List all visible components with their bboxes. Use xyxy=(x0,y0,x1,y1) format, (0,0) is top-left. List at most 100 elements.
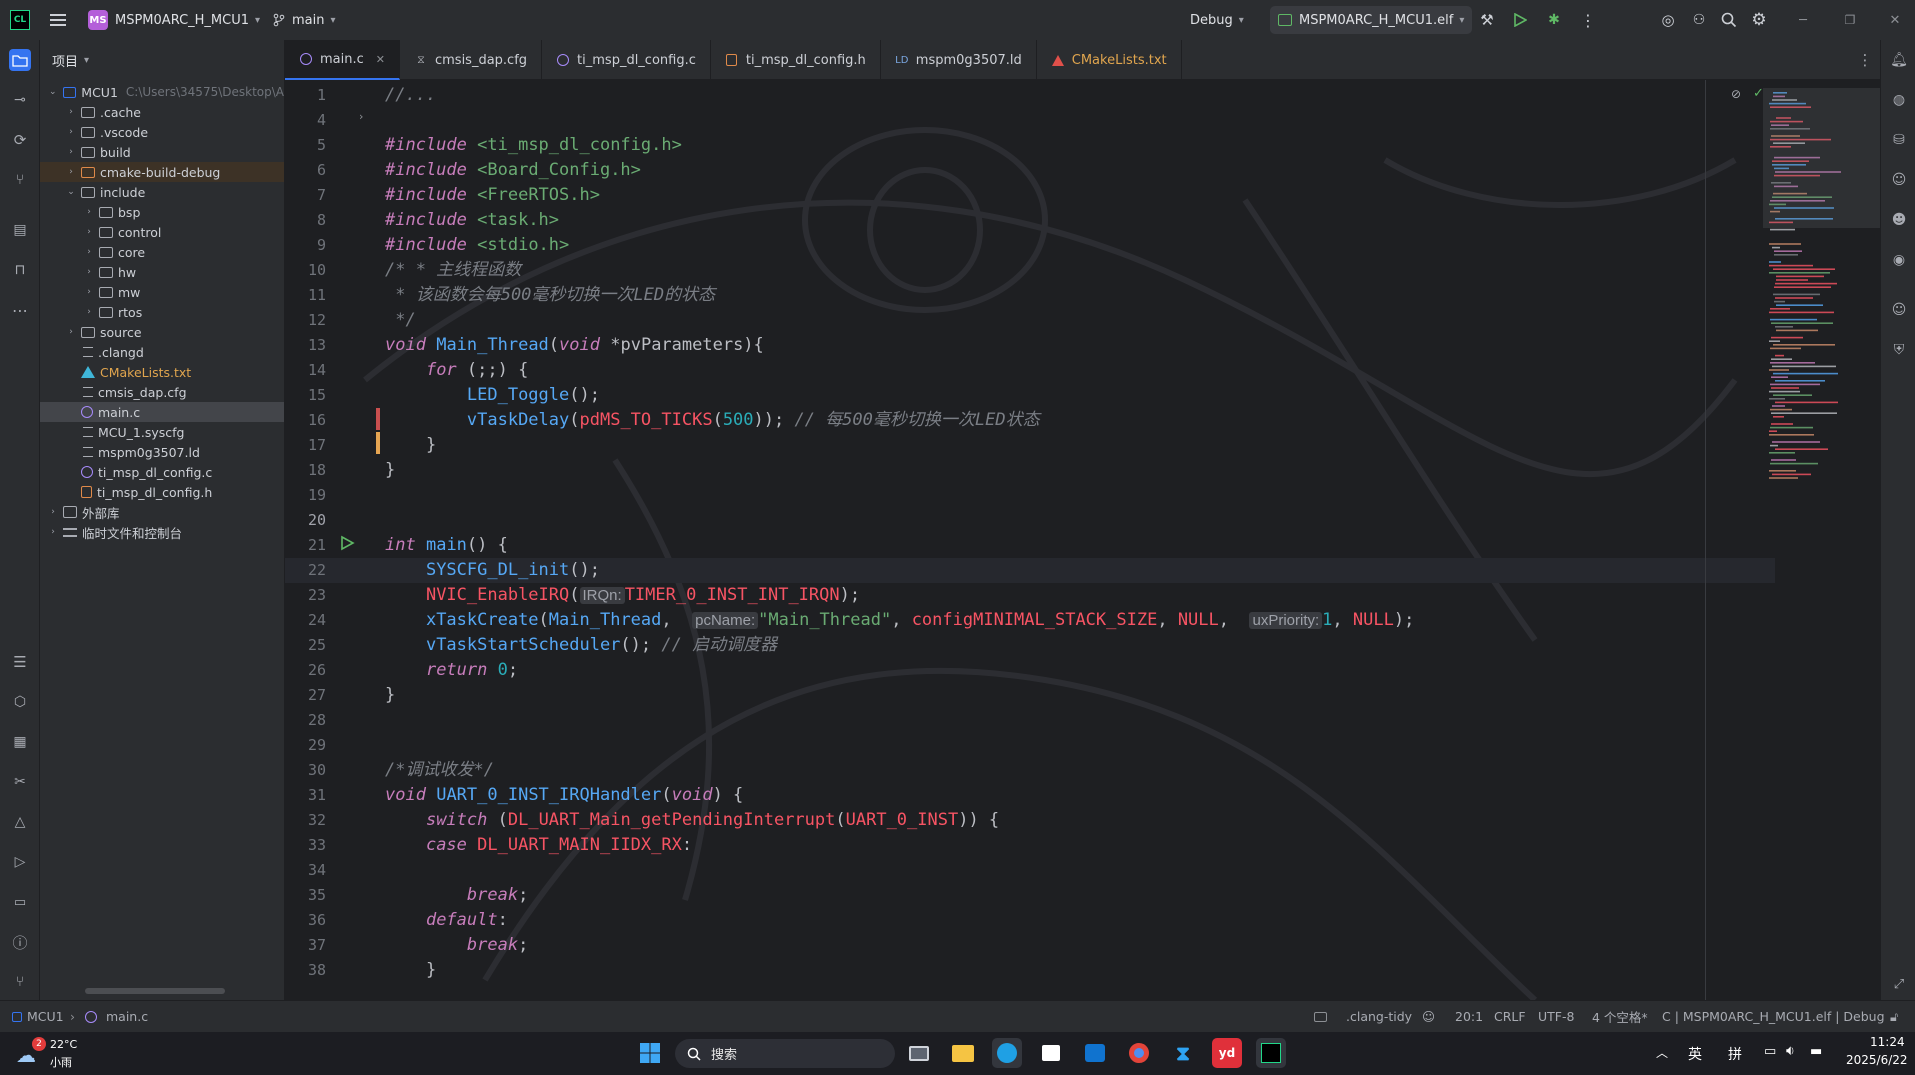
breadcrumb-project[interactable]: MCU1 xyxy=(27,1009,64,1024)
tree-item[interactable]: › core xyxy=(40,242,284,262)
expand-icon[interactable]: ⤢ xyxy=(1888,973,1910,995)
edge-browser-icon[interactable] xyxy=(992,1038,1022,1068)
file-explorer-icon[interactable] xyxy=(948,1038,978,1068)
tree-item[interactable]: mspm0g3507.ld xyxy=(40,442,284,462)
context-selector[interactable]: C | MSPM0ARC_H_MCU1.elf | Debug xyxy=(1662,1009,1885,1024)
run-config-selector[interactable]: Debug ▾ xyxy=(1190,0,1244,40)
clock-date[interactable]: 2025/6/22 xyxy=(1846,1053,1908,1067)
project-selector[interactable]: MS MSPM0ARC_H_MCU1 ▾ xyxy=(88,0,260,40)
cursor-position[interactable]: 20:1 xyxy=(1455,1009,1483,1024)
more-tools-icon[interactable]: ⋯ xyxy=(9,299,31,321)
windows-start-icon[interactable] xyxy=(635,1038,665,1068)
database-icon[interactable]: ⛁ xyxy=(1888,129,1910,151)
battery-icon[interactable]: ▬ xyxy=(1810,1044,1822,1059)
volume-icon[interactable]: 🔉︎ xyxy=(1786,1043,1795,1059)
tree-item[interactable]: cmsis_dap.cfg xyxy=(40,382,284,402)
structure-icon[interactable]: ▤ xyxy=(9,219,31,241)
breadcrumb-file[interactable]: main.c xyxy=(106,1009,148,1024)
lock-icon[interactable]: 🔓︎ xyxy=(1890,1009,1898,1025)
editor-tab[interactable]: LD mspm0g3507.ld xyxy=(881,40,1037,80)
restore-icon[interactable]: ❐ xyxy=(1840,10,1860,30)
minimap-viewport[interactable] xyxy=(1763,88,1880,228)
settings-gear-icon[interactable]: ⚙ xyxy=(1749,10,1769,30)
minimize-icon[interactable]: ─ xyxy=(1793,10,1813,30)
tree-item[interactable]: › control xyxy=(40,222,284,242)
services-icon[interactable]: ⬡ xyxy=(9,691,31,713)
horizontal-scrollbar[interactable] xyxy=(85,988,225,994)
pull-requests-icon[interactable]: ⑂ xyxy=(9,169,31,191)
ai-icon[interactable]: ◉ xyxy=(1888,249,1910,271)
assistant-icon[interactable]: ☺ xyxy=(1888,299,1910,321)
tree-item[interactable]: › mw xyxy=(40,282,284,302)
taskbar-search[interactable]: 搜索 xyxy=(675,1039,895,1068)
weather-widget[interactable]: ☁︎ 2 22°C 小雨 xyxy=(16,1037,96,1071)
tree-item[interactable]: MCU_1.syscfg xyxy=(40,422,284,442)
tree-item[interactable]: › .cache xyxy=(40,102,284,122)
run-main-icon[interactable] xyxy=(339,535,355,555)
tree-item[interactable]: .clangd xyxy=(40,342,284,362)
main-menu-icon[interactable] xyxy=(48,10,68,30)
security-shield-icon[interactable]: ⛨ xyxy=(1888,339,1910,361)
git-icon[interactable]: ⑂ xyxy=(9,971,31,993)
tree-item[interactable]: › build xyxy=(40,142,284,162)
bookmarks-icon[interactable]: ⊓ xyxy=(9,259,31,281)
ai-assistant-icon[interactable]: ◎ xyxy=(1658,10,1678,30)
code-content[interactable]: //... #include <ti_msp_dl_config.h> #inc… xyxy=(385,83,1735,1018)
ime-language[interactable]: 英 xyxy=(1688,1044,1702,1064)
outlook-icon[interactable] xyxy=(1080,1038,1110,1068)
branch-selector[interactable]: main ▾ xyxy=(272,0,336,40)
tree-item[interactable]: › 外部库 xyxy=(40,502,284,522)
tree-item[interactable]: › source xyxy=(40,322,284,342)
copilot-chat-icon[interactable]: ☻ xyxy=(1888,209,1910,231)
run-icon[interactable] xyxy=(1510,10,1530,30)
microsoft-store-icon[interactable] xyxy=(1036,1038,1066,1068)
editor-tab[interactable]: ⧖ cmsis_dap.cfg xyxy=(400,40,543,80)
run-services-icon[interactable]: ▷ xyxy=(9,851,31,873)
fold-icon[interactable]: › xyxy=(359,110,363,123)
tree-item[interactable]: CMakeLists.txt xyxy=(40,362,284,382)
clock-time[interactable]: 11:24 xyxy=(1870,1035,1905,1049)
close-tab-icon[interactable]: ✕ xyxy=(376,53,385,66)
file-encoding[interactable]: UTF-8 xyxy=(1538,1009,1574,1024)
tree-item[interactable]: ⌄ include xyxy=(40,182,284,202)
vscode-icon[interactable]: ⧗ xyxy=(1168,1038,1198,1068)
build-tools-icon[interactable]: ✂ xyxy=(9,771,31,793)
project-panel-header[interactable]: 项目 ▾ xyxy=(40,40,284,80)
editor-tab[interactable]: ti_msp_dl_config.c xyxy=(542,40,711,80)
chrome-icon[interactable] xyxy=(1124,1038,1154,1068)
tab-more-icon[interactable]: ⋮ xyxy=(1855,50,1875,70)
build-hammer-icon[interactable]: ⚒ xyxy=(1477,10,1497,30)
problems-icon[interactable]: ⓘ xyxy=(9,931,31,953)
editor-tab[interactable]: CMakeLists.txt xyxy=(1037,40,1182,80)
tree-item[interactable]: main.c xyxy=(40,402,284,422)
notifications-bell-icon[interactable]: 🔔︎ xyxy=(1888,49,1910,71)
youdao-icon[interactable]: yd xyxy=(1212,1038,1242,1068)
show-hidden-icons[interactable]: ︿ xyxy=(1656,1044,1668,1061)
search-icon[interactable] xyxy=(1719,10,1739,30)
indent-setting[interactable]: 4 个空格* xyxy=(1592,1007,1648,1026)
tree-item[interactable]: › 临时文件和控制台 xyxy=(40,522,284,542)
add-user-icon[interactable]: ⚇ xyxy=(1689,10,1709,30)
ai-chat-icon[interactable]: ◍ xyxy=(1888,89,1910,111)
tree-root[interactable]: ⌄ MCU1 C:\Users\34575\Desktop\A xyxy=(40,82,284,102)
close-window-icon[interactable]: ✕ xyxy=(1885,10,1905,30)
commit-icon[interactable]: ⊸ xyxy=(9,89,31,111)
line-separator[interactable]: CRLF xyxy=(1494,1009,1526,1024)
project-folder-icon[interactable] xyxy=(9,49,31,71)
more-actions-icon[interactable]: ⋮ xyxy=(1578,10,1598,30)
tree-item[interactable]: ti_msp_dl_config.c xyxy=(40,462,284,482)
ime-mode[interactable]: 拼 xyxy=(1728,1044,1742,1064)
tree-item[interactable]: › .vscode xyxy=(40,122,284,142)
tree-item[interactable]: ti_msp_dl_config.h xyxy=(40,482,284,502)
tree-item[interactable]: › bsp xyxy=(40,202,284,222)
editor-tab[interactable]: main.c ✕ xyxy=(285,40,400,80)
problems-warning-icon[interactable]: △ xyxy=(9,811,31,833)
editor-tab[interactable]: ti_msp_dl_config.h xyxy=(711,40,881,80)
terminal-icon[interactable]: ▭ xyxy=(9,891,31,913)
copilot-icon[interactable]: ☺ xyxy=(1888,169,1910,191)
reader-mode-icon[interactable]: ⊘ xyxy=(1731,87,1741,101)
tree-item[interactable]: › rtos xyxy=(40,302,284,322)
task-view-icon[interactable] xyxy=(904,1038,934,1068)
tree-item[interactable]: › hw xyxy=(40,262,284,282)
cmake-icon[interactable]: ▦ xyxy=(9,731,31,753)
